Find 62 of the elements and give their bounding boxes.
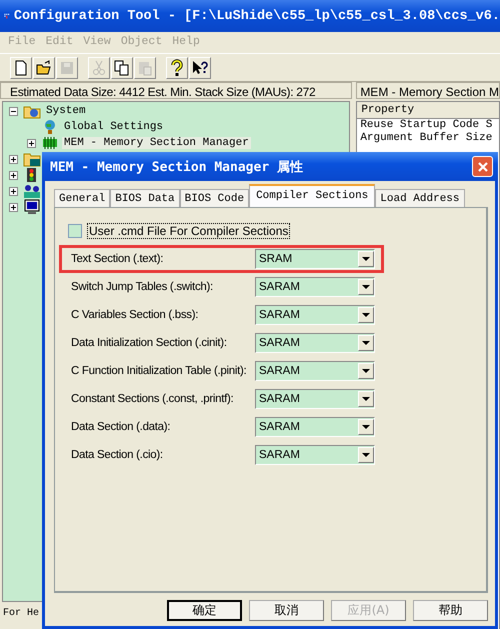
expander-icon[interactable]: [9, 106, 20, 116]
expander-icon[interactable]: [9, 170, 20, 180]
section-dropdown[interactable]: SRAM: [255, 249, 375, 269]
tab[interactable]: BIOS Data: [110, 189, 180, 207]
expander-icon[interactable]: [9, 186, 20, 196]
tree-item[interactable]: Global Settings: [62, 121, 166, 133]
dropdown-arrow-icon: [362, 256, 370, 262]
dialog-title: MEM - Memory Section Manager 属性: [50, 158, 303, 176]
section-dropdown[interactable]: SARAM: [255, 305, 375, 325]
dropdown-arrow-icon: [362, 368, 370, 374]
field-label: C Function Initialization Table (.pinit):: [71, 365, 248, 377]
dialog-button[interactable]: 确定: [167, 600, 242, 621]
section-dropdown[interactable]: SARAM: [255, 333, 375, 353]
close-button[interactable]: [472, 156, 493, 177]
tab[interactable]: General: [54, 189, 110, 207]
open-icon[interactable]: [33, 56, 55, 78]
pane-title: MEM - Memory Section M: [356, 82, 500, 99]
monitor-icon: [23, 199, 41, 215]
dropdown-arrow-icon: [362, 452, 370, 458]
section-dropdown[interactable]: SARAM: [255, 277, 375, 297]
dialog-button[interactable]: 帮助: [413, 600, 488, 621]
dropdown-arrow-icon: [362, 424, 370, 430]
new-icon[interactable]: [10, 56, 32, 78]
window-title: Configuration Tool - [F:\LuShide\c55_lp\c55_csl_3.08\ccs_v6.: [14, 8, 500, 24]
section-dropdown[interactable]: SARAM: [255, 417, 375, 437]
expander-icon[interactable]: [9, 202, 20, 212]
dropdown-arrow-icon: [362, 284, 370, 290]
section-dropdown[interactable]: SARAM: [255, 361, 375, 381]
field-label: C Variables Section (.bss):: [71, 309, 200, 321]
expander-icon[interactable]: [9, 154, 20, 164]
help-icon[interactable]: [166, 56, 188, 78]
field-label: Switch Jump Tables (.switch):: [71, 281, 214, 293]
context-help-icon[interactable]: [189, 56, 211, 78]
tree-item[interactable]: System: [44, 105, 88, 117]
tree-item[interactable]: MEM - Memory Section Manager: [62, 137, 251, 149]
expander-icon[interactable]: [27, 138, 38, 148]
tab[interactable]: Compiler Sections: [249, 184, 376, 207]
folder-icon: [23, 151, 41, 167]
field-label: Data Section (.cio):: [71, 449, 164, 461]
tab[interactable]: Load Address: [375, 189, 464, 207]
checkbox[interactable]: [68, 224, 82, 238]
property-name: Argument Buffer Size: [359, 132, 494, 145]
copy-icon[interactable]: [111, 56, 133, 78]
chip-icon: [41, 135, 59, 151]
field-label: Text Section (.text):: [71, 253, 164, 265]
property-name: Reuse Startup Code S: [359, 119, 494, 132]
status-text: For He: [2, 607, 40, 621]
dropdown-arrow-icon: [362, 396, 370, 402]
field-label: Data Initialization Section (.cinit):: [71, 337, 228, 349]
checkbox-label[interactable]: User .cmd File For Compiler Sections: [87, 223, 290, 239]
dropdown-arrow-icon: [362, 312, 370, 318]
close-icon: [476, 160, 488, 172]
people-icon: [23, 183, 41, 199]
column-header: Property: [357, 102, 499, 119]
section-dropdown[interactable]: SARAM: [255, 389, 375, 409]
field-label: Constant Sections (.const, .printf):: [71, 393, 234, 405]
estimate-text: Estimated Data Size: 4412 Est. Min. Stack Size (MAUs): 272: [0, 82, 352, 99]
dropdown-arrow-icon: [362, 340, 370, 346]
dialog-button[interactable]: 取消: [249, 600, 324, 621]
tab[interactable]: BIOS Code: [180, 189, 250, 207]
section-dropdown[interactable]: SARAM: [255, 445, 375, 465]
field-label: Data Section (.data):: [71, 421, 172, 433]
